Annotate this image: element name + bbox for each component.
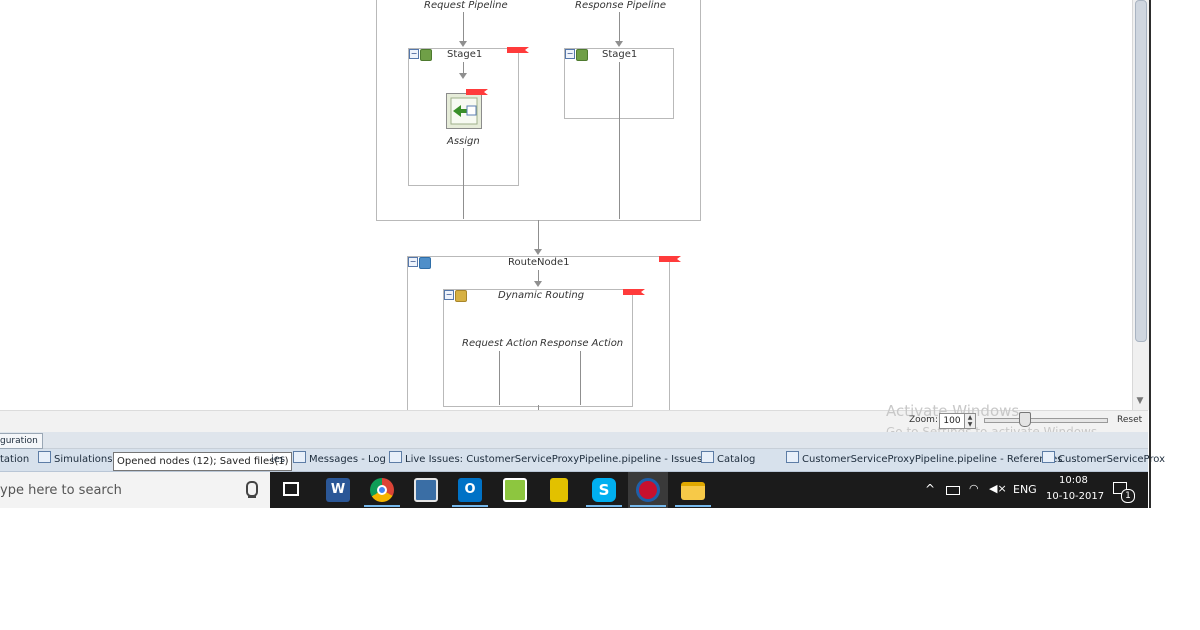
zoom-slider-handle[interactable] [1019,412,1031,427]
network-app-icon[interactable] [414,478,438,502]
tab-properties-label: ies [271,454,286,465]
error-flag-icon[interactable] [466,89,488,95]
vertical-scrollbar-thumb[interactable] [1135,0,1147,342]
tab-implementation-label: tation [0,454,30,465]
tab-references[interactable]: CustomerServiceProxyPipeline.pipeline - … [766,450,1062,470]
tab-configuration-label: guration [0,436,38,446]
file-explorer-icon[interactable] [681,482,705,500]
skype-running-indicator [586,505,622,507]
request-pipeline-label: Request Pipeline [424,0,508,11]
connector-arrow [615,41,623,47]
tab-live-issues-label: Live Issues: CustomerServiceProxyPipelin… [405,454,703,465]
microphone-stand-icon [248,496,256,498]
dynamic-routing-label: Dynamic Routing [498,290,585,301]
tab-live-issues[interactable]: Live Issues: CustomerServiceProxyPipelin… [389,450,702,470]
volume-muted-icon[interactable]: ◀× [989,482,1007,495]
request-action-label: Request Action [462,338,538,349]
notes-app-icon[interactable] [503,478,527,502]
chrome-icon[interactable] [370,478,394,502]
tab-messages-log[interactable]: Messages - Log [293,450,386,470]
connector-line [499,351,500,405]
dynamic-routing-icon [455,290,467,302]
browser-running-indicator [630,505,666,507]
error-flag-icon[interactable] [623,289,645,295]
response-action-label: Response Action [540,338,624,349]
issues-icon [389,451,402,463]
assign-action-icon[interactable] [446,93,482,129]
explorer-running-indicator [675,505,711,507]
log-icon [293,451,306,463]
catalog-icon [701,451,714,463]
error-flag-icon[interactable] [507,47,529,53]
screen-right-edge [1149,0,1151,508]
zoom-label: Zoom: [909,415,938,425]
language-indicator[interactable]: ENG [1013,483,1037,496]
scroll-down-icon[interactable]: ▼ [1133,394,1147,408]
tab-catalog[interactable]: Catalog [681,450,755,470]
route-icon [419,257,431,269]
stage-icon [576,49,588,61]
chrome-running-indicator [364,505,400,507]
browser-app-icon[interactable] [636,478,660,502]
tab-implementation[interactable]: tation [0,450,29,470]
zoom-slider-track[interactable] [984,418,1108,423]
zoom-spinner-icon[interactable]: ▲ ▼ [964,413,976,429]
tab-simulations-label: Simulations [54,454,113,465]
response-pipeline-label: Response Pipeline [575,0,667,11]
collapse-toggle-icon[interactable]: − [409,49,419,59]
connector-line [619,62,620,219]
tab-catalog-label: Catalog [717,454,756,465]
tab-simulations[interactable]: Simulations [38,450,112,470]
simulations-icon [38,451,51,463]
stage1-response-label: Stage1 [602,49,638,60]
skype-icon[interactable]: S [592,478,616,502]
connector-line [619,12,620,42]
show-hidden-icons-icon[interactable]: ^ [925,482,935,496]
references-icon [786,451,799,463]
tab-messages-log-label: Messages - Log [309,454,386,465]
collapse-toggle-icon[interactable]: − [444,290,454,300]
tab-properties[interactable]: ies [271,450,285,470]
tab-structure[interactable]: CustomerServiceProx [1042,450,1165,470]
error-flag-icon[interactable] [659,256,681,262]
panel-tab-strip [0,432,1148,449]
collapse-toggle-icon[interactable]: − [408,257,418,267]
task-view-icon[interactable] [283,482,299,496]
structure-icon [1042,451,1055,463]
connector-line [463,148,464,219]
assign-label: Assign [447,136,480,147]
tooltip-text: Opened nodes (12); Saved files(1) [117,456,289,467]
outlook-running-indicator [452,505,488,507]
connector-arrow [459,73,467,79]
battery-icon[interactable] [946,486,960,495]
connector-arrow [534,249,542,255]
word-icon[interactable]: W [326,478,350,502]
outlook-icon[interactable]: O [458,478,482,502]
collapse-toggle-icon[interactable]: − [565,49,575,59]
connector-arrow [534,281,542,287]
tooltip-opened-nodes: Opened nodes (12); Saved files(1) [113,452,293,471]
connector-line [580,351,581,405]
connector-arrow [459,41,467,47]
clock-time[interactable]: 10:08 [1059,475,1088,486]
taskbar-search-placeholder: ype here to search [0,483,122,498]
zoom-input[interactable]: 100 [939,413,965,429]
route-node-label: RouteNode1 [508,257,570,268]
tab-configuration[interactable]: guration [0,433,43,449]
microphone-icon[interactable] [246,481,258,497]
clock-date[interactable]: 10-10-2017 [1046,491,1104,502]
zoom-reset-button[interactable]: Reset [1117,415,1142,425]
connector-line [538,220,539,250]
security-app-icon[interactable] [550,478,568,502]
wifi-icon[interactable]: ◠ [969,482,979,495]
tab-references-label: CustomerServiceProxyPipeline.pipeline - … [802,454,1063,465]
connector-line [463,12,464,42]
notification-badge: 1 [1121,489,1135,503]
stage-icon [420,49,432,61]
stage1-request-label: Stage1 [447,49,483,60]
